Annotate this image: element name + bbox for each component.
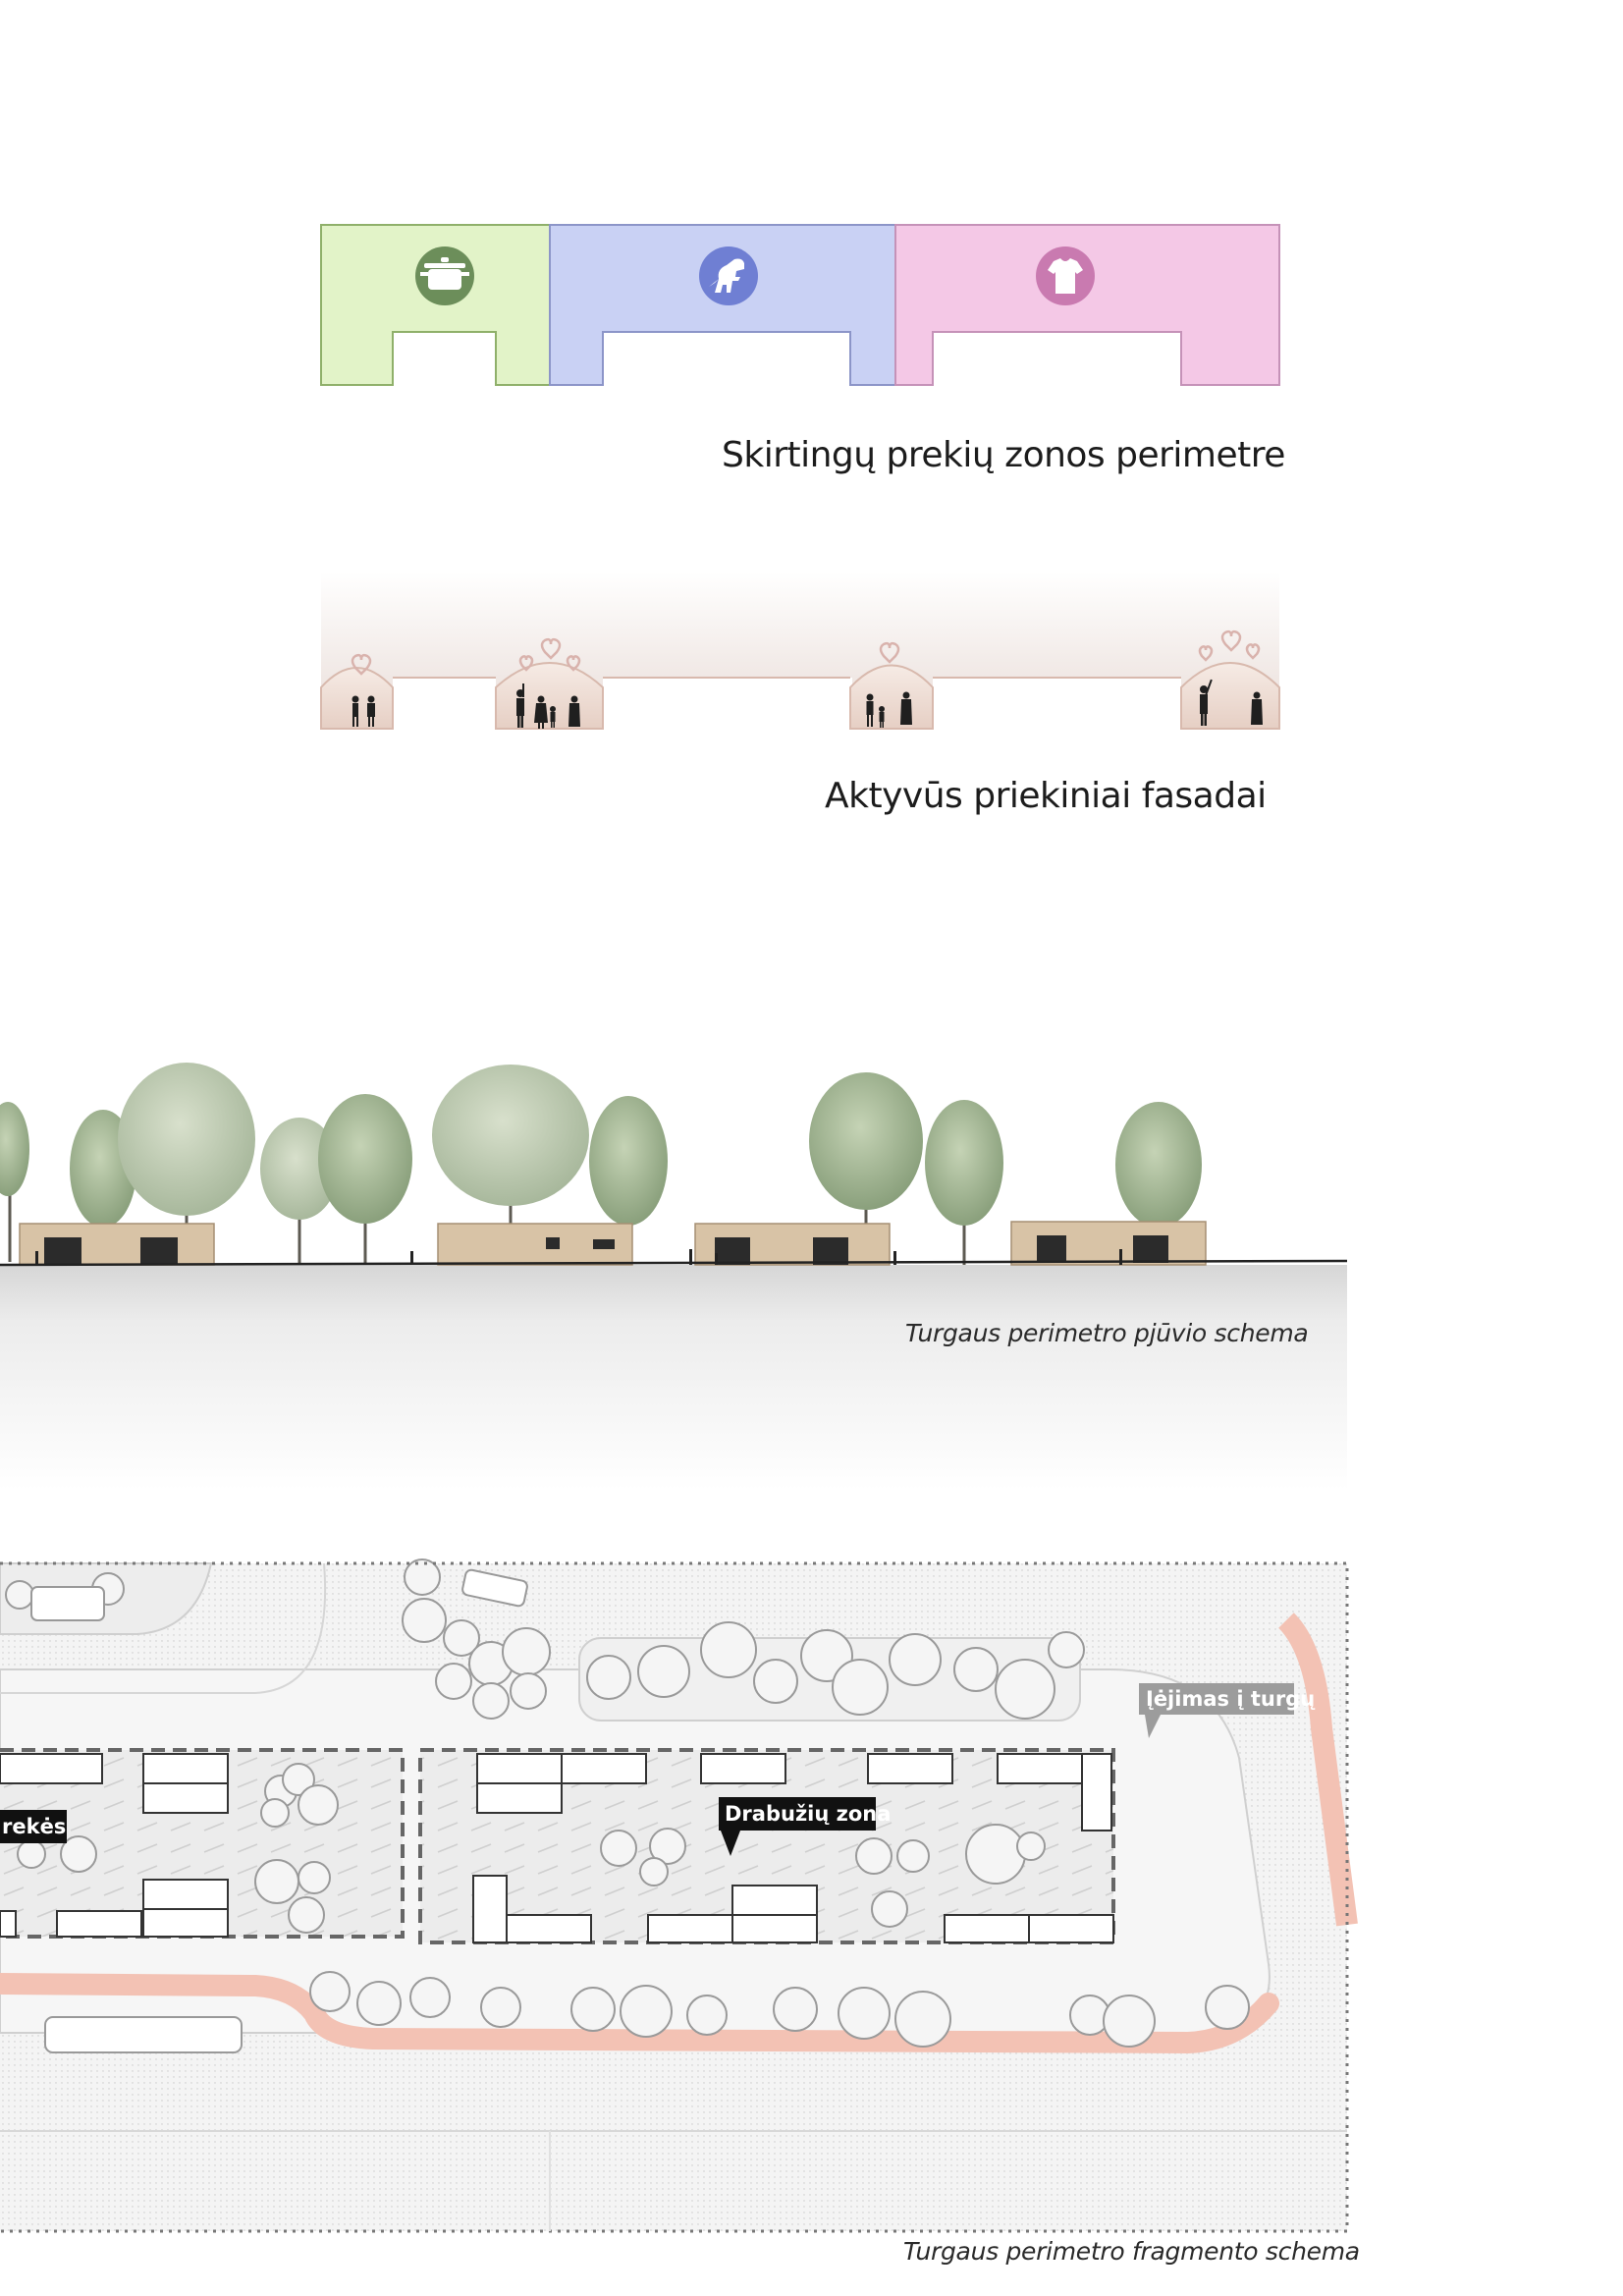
- entrance-label-text: Įėjimas į turgų: [1146, 1687, 1316, 1711]
- people-silhouettes: [352, 679, 1263, 729]
- plan-diagram: Įėjimas į turgų Drabužių zona rekės: [0, 1558, 1358, 2233]
- cooking-pot-icon: [415, 246, 474, 305]
- tree: [318, 1094, 412, 1265]
- section-ground-shade: [0, 1265, 1347, 1491]
- zones-diagram: [320, 224, 1280, 386]
- section-buildings: [19, 1221, 1207, 1266]
- facades-diagram: [320, 572, 1280, 730]
- market-pavilion: [437, 1223, 633, 1266]
- section-caption: Turgaus perimetro pjūvio schema: [905, 1319, 1309, 1347]
- tree: [1115, 1102, 1202, 1228]
- t-shirt-icon: [1036, 246, 1095, 305]
- tree: [925, 1100, 1003, 1265]
- zones-caption: Skirtingų prekių zonos perimetre: [722, 435, 1285, 475]
- facades-caption: Aktyvūs priekiniai fasadai: [825, 776, 1267, 816]
- tree: [432, 1065, 589, 1224]
- clothing-zone-label-text: Drabužių zona: [725, 1802, 891, 1826]
- goods-zone-label: rekės: [0, 1810, 67, 1843]
- plan-caption: Turgaus perimetro fragmento schema: [903, 2237, 1360, 2266]
- dinosaur-toy-icon: [699, 246, 758, 305]
- zone-clothing: [894, 224, 1280, 386]
- section-diagram: [0, 1063, 1348, 1491]
- goods-zone-label-text: rekės: [2, 1815, 66, 1838]
- facade-band: [321, 572, 1279, 729]
- tree: [809, 1072, 923, 1224]
- market-pavilion: [1010, 1221, 1207, 1266]
- market-pavilion: [694, 1223, 891, 1266]
- market-pavilion: [19, 1223, 215, 1266]
